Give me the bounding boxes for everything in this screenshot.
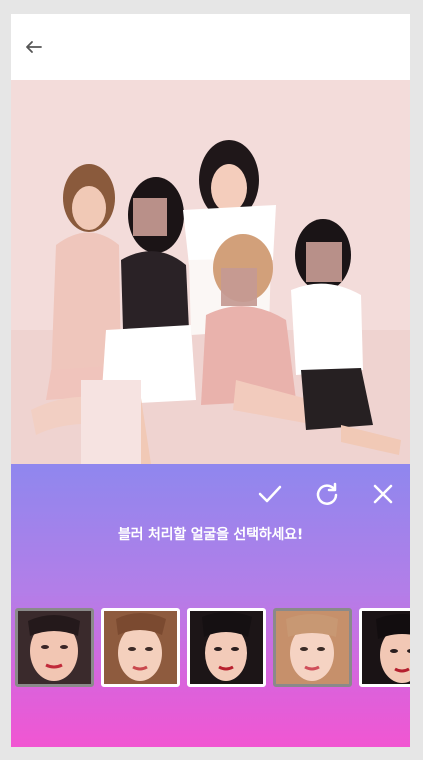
face-image-5	[362, 611, 410, 684]
face-image-4	[276, 611, 349, 684]
close-icon	[373, 484, 393, 504]
face-image-3	[190, 611, 263, 684]
group-photo-image	[11, 80, 410, 464]
close-button[interactable]	[370, 481, 396, 507]
face-select-panel: 블러 처리할 얼굴을 선택하세요!	[11, 464, 410, 747]
face-thumbnail-4[interactable]	[273, 608, 352, 687]
blurred-face-2	[221, 268, 257, 306]
group-photo	[11, 80, 410, 464]
blurred-face-1	[133, 198, 167, 236]
blurred-face-3	[306, 242, 342, 282]
face-list	[15, 608, 410, 688]
face-thumbnail-5[interactable]	[359, 608, 410, 687]
arrow-left-icon	[26, 41, 42, 53]
face-thumbnail-2[interactable]	[101, 608, 180, 687]
panel-title: 블러 처리할 얼굴을 선택하세요!	[117, 527, 304, 543]
top-bar	[11, 14, 410, 80]
reset-button[interactable]	[314, 481, 340, 507]
check-icon	[258, 485, 282, 503]
app-frame: 블러 처리할 얼굴을 선택하세요!	[11, 14, 410, 747]
face-image-1	[18, 611, 91, 684]
refresh-icon	[316, 482, 338, 505]
face-thumbnail-3[interactable]	[187, 608, 266, 687]
confirm-button[interactable]	[257, 481, 283, 507]
back-button[interactable]	[23, 36, 45, 58]
face-image-2	[104, 611, 177, 684]
face-thumbnail-1[interactable]	[15, 608, 94, 687]
